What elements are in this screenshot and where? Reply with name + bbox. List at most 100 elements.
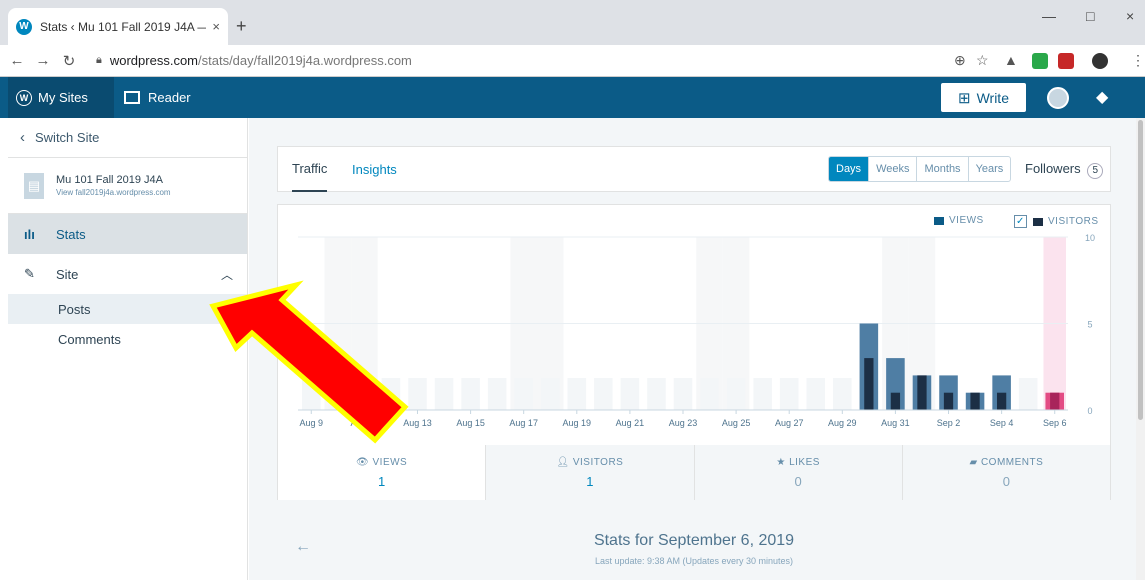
placeholder-bar: [806, 378, 826, 410]
placeholder-bar: [302, 378, 321, 410]
stats-tabs: 👁︎ VIEWS 1 👤︎ VISITORS 1 ★ LIKES 0 ▰ COM…: [278, 445, 1110, 500]
placeholder-bar: [673, 378, 693, 410]
site-name: Mu 101 Fall 2019 J4A: [56, 174, 164, 186]
lock-icon: 🔒︎: [96, 54, 102, 66]
main-content: Traffic Insights Days Weeks Months Years…: [249, 118, 1145, 580]
metric-value: 1: [586, 474, 594, 489]
person-icon: 👤︎: [556, 457, 573, 468]
x-tick-label: Sep 4: [990, 418, 1014, 428]
x-tick-label: Sep 6: [1043, 418, 1067, 428]
write-icon: ⊞: [958, 89, 971, 107]
reader-button[interactable]: Reader: [124, 77, 191, 118]
site-url[interactable]: View fall2019j4a.wordpress.com: [56, 188, 171, 197]
bookmark-star-icon[interactable]: ☆: [976, 52, 989, 69]
y-tick-label: 0: [1087, 406, 1092, 416]
sidebar-item-posts[interactable]: Posts: [8, 294, 247, 324]
followers-link[interactable]: Followers 5: [1025, 161, 1104, 179]
x-tick-label: Aug 31: [881, 418, 910, 428]
stats-navigation: Traffic Insights Days Weeks Months Years…: [277, 146, 1111, 192]
placeholder-bar: [381, 378, 401, 410]
reader-label: Reader: [148, 90, 191, 105]
write-label: Write: [976, 89, 1009, 106]
scrollbar-thumb[interactable]: [1138, 120, 1143, 420]
x-tick-label: Aug 13: [403, 418, 432, 428]
sidebar-item-stats[interactable]: ılı Stats: [8, 214, 247, 254]
chevron-up-icon: ︿: [220, 267, 233, 282]
sidebar-item-site[interactable]: ✎ Site ︿: [8, 254, 247, 294]
my-sites-label: My Sites: [38, 90, 88, 105]
x-tick-label: Aug 29: [828, 418, 857, 428]
stats-summary-title: Stats for September 6, 2019: [593, 532, 795, 549]
sidebar-item-comments[interactable]: Comments: [8, 324, 247, 354]
install-icon[interactable]: ⊕: [954, 52, 966, 69]
tab-title: Stats ‹ Mu 101 Fall 2019 J4A — W: [40, 19, 207, 34]
avatar[interactable]: [1047, 87, 1069, 109]
tab-comments[interactable]: ▰ COMMENTS 0: [902, 445, 1110, 500]
wordpress-favicon-icon: W: [16, 18, 32, 35]
placeholder-bar: [355, 378, 374, 410]
x-tick-label: Aug 23: [669, 418, 698, 428]
minimize-button[interactable]: —: [1042, 8, 1056, 24]
stats-last-update: Last update: 9:38 AM (Updates every 30 m…: [594, 556, 794, 566]
placeholder-bar: [620, 378, 640, 410]
back-icon[interactable]: ←: [4, 52, 30, 69]
metric-label: VIEWS: [372, 457, 408, 468]
stats-bar-chart[interactable]: 0 5 10 Aug 9 Aug 11 Aug 13 Aug 15 Aug 17 Aug 19 A…: [278, 205, 1110, 445]
menu-dots-icon[interactable]: ⋮: [1131, 52, 1145, 69]
tab-insights[interactable]: Insights: [352, 147, 397, 192]
metric-label: LIKES: [789, 457, 820, 468]
star-icon: ★: [776, 457, 790, 468]
pdf-extension-icon[interactable]: [1058, 53, 1074, 69]
eye-icon: 👁︎: [356, 457, 373, 468]
period-years[interactable]: Years: [969, 157, 1011, 181]
placeholder-bar: [408, 378, 427, 410]
placeholder-bar: [753, 378, 772, 410]
reader-icon: [124, 91, 140, 104]
url-path: /stats/day/fall2019j4a.wordpress.com: [198, 53, 412, 68]
grammar-extension-icon[interactable]: [1032, 53, 1048, 69]
period-days[interactable]: Days: [829, 157, 870, 181]
wordpress-logo-icon: W: [16, 89, 32, 106]
drive-extension-icon[interactable]: ▲: [1004, 52, 1018, 68]
profile-icon[interactable]: [1092, 53, 1108, 69]
forward-icon[interactable]: →: [30, 52, 56, 69]
x-tick-label: Aug 19: [563, 418, 592, 428]
x-tick-label: Aug 9: [300, 418, 324, 428]
metric-value: 0: [1002, 474, 1010, 489]
x-tick-label: Aug 25: [722, 418, 751, 428]
write-button[interactable]: ⊞ Write: [941, 83, 1026, 112]
url-field[interactable]: 🔒︎ wordpress.com/stats/day/fall2019j4a.w…: [96, 53, 412, 68]
visitors-bar: [917, 375, 927, 410]
current-site-card[interactable]: ▤ Mu 101 Fall 2019 J4A View fall2019j4a.…: [8, 158, 247, 214]
y-tick-label: 10: [1085, 233, 1095, 243]
tab-visitors[interactable]: 👤︎ VISITORS 1: [486, 445, 695, 500]
placeholder-bar: [726, 378, 746, 410]
new-tab-button[interactable]: +: [236, 16, 247, 37]
reload-icon[interactable]: ↻: [56, 52, 82, 70]
my-sites-button[interactable]: W My Sites: [8, 77, 114, 118]
speech-bubble-icon: ▰: [969, 457, 981, 468]
tab-likes[interactable]: ★ LIKES 0: [694, 445, 903, 500]
tab-close-icon[interactable]: ×: [212, 19, 220, 34]
placeholder-bar: [779, 378, 799, 410]
metric-label: COMMENTS: [980, 457, 1044, 468]
visitors-bar: [970, 392, 980, 410]
placeholder-bar: [1018, 378, 1038, 410]
period-weeks[interactable]: Weeks: [869, 157, 918, 181]
browser-tab[interactable]: W Stats ‹ Mu 101 Fall 2019 J4A — W ×: [8, 8, 228, 45]
close-window-button[interactable]: ×: [1126, 8, 1134, 24]
sidebar-item-label: Stats: [56, 226, 86, 242]
switch-site-link[interactable]: ‹ Switch Site: [8, 118, 247, 158]
placeholder-bar: [514, 378, 533, 410]
visitors-bar: [1050, 392, 1060, 410]
tab-views[interactable]: 👁︎ VIEWS 1: [278, 445, 487, 500]
placeholder-bar: [461, 378, 480, 410]
stats-chart-card: VIEWS ✓ VISITORS 0 5 10 Aug 9 Aug 11 Aug 13 Au…: [277, 204, 1111, 500]
sidebar-item-label: Site: [56, 266, 79, 282]
placeholder-bar: [567, 378, 587, 410]
tab-traffic[interactable]: Traffic: [292, 147, 328, 192]
maximize-button[interactable]: □: [1086, 8, 1094, 24]
notifications-bell-icon[interactable]: ◆: [1096, 87, 1108, 107]
x-tick-label: Aug 21: [616, 418, 645, 428]
period-months[interactable]: Months: [917, 157, 969, 181]
